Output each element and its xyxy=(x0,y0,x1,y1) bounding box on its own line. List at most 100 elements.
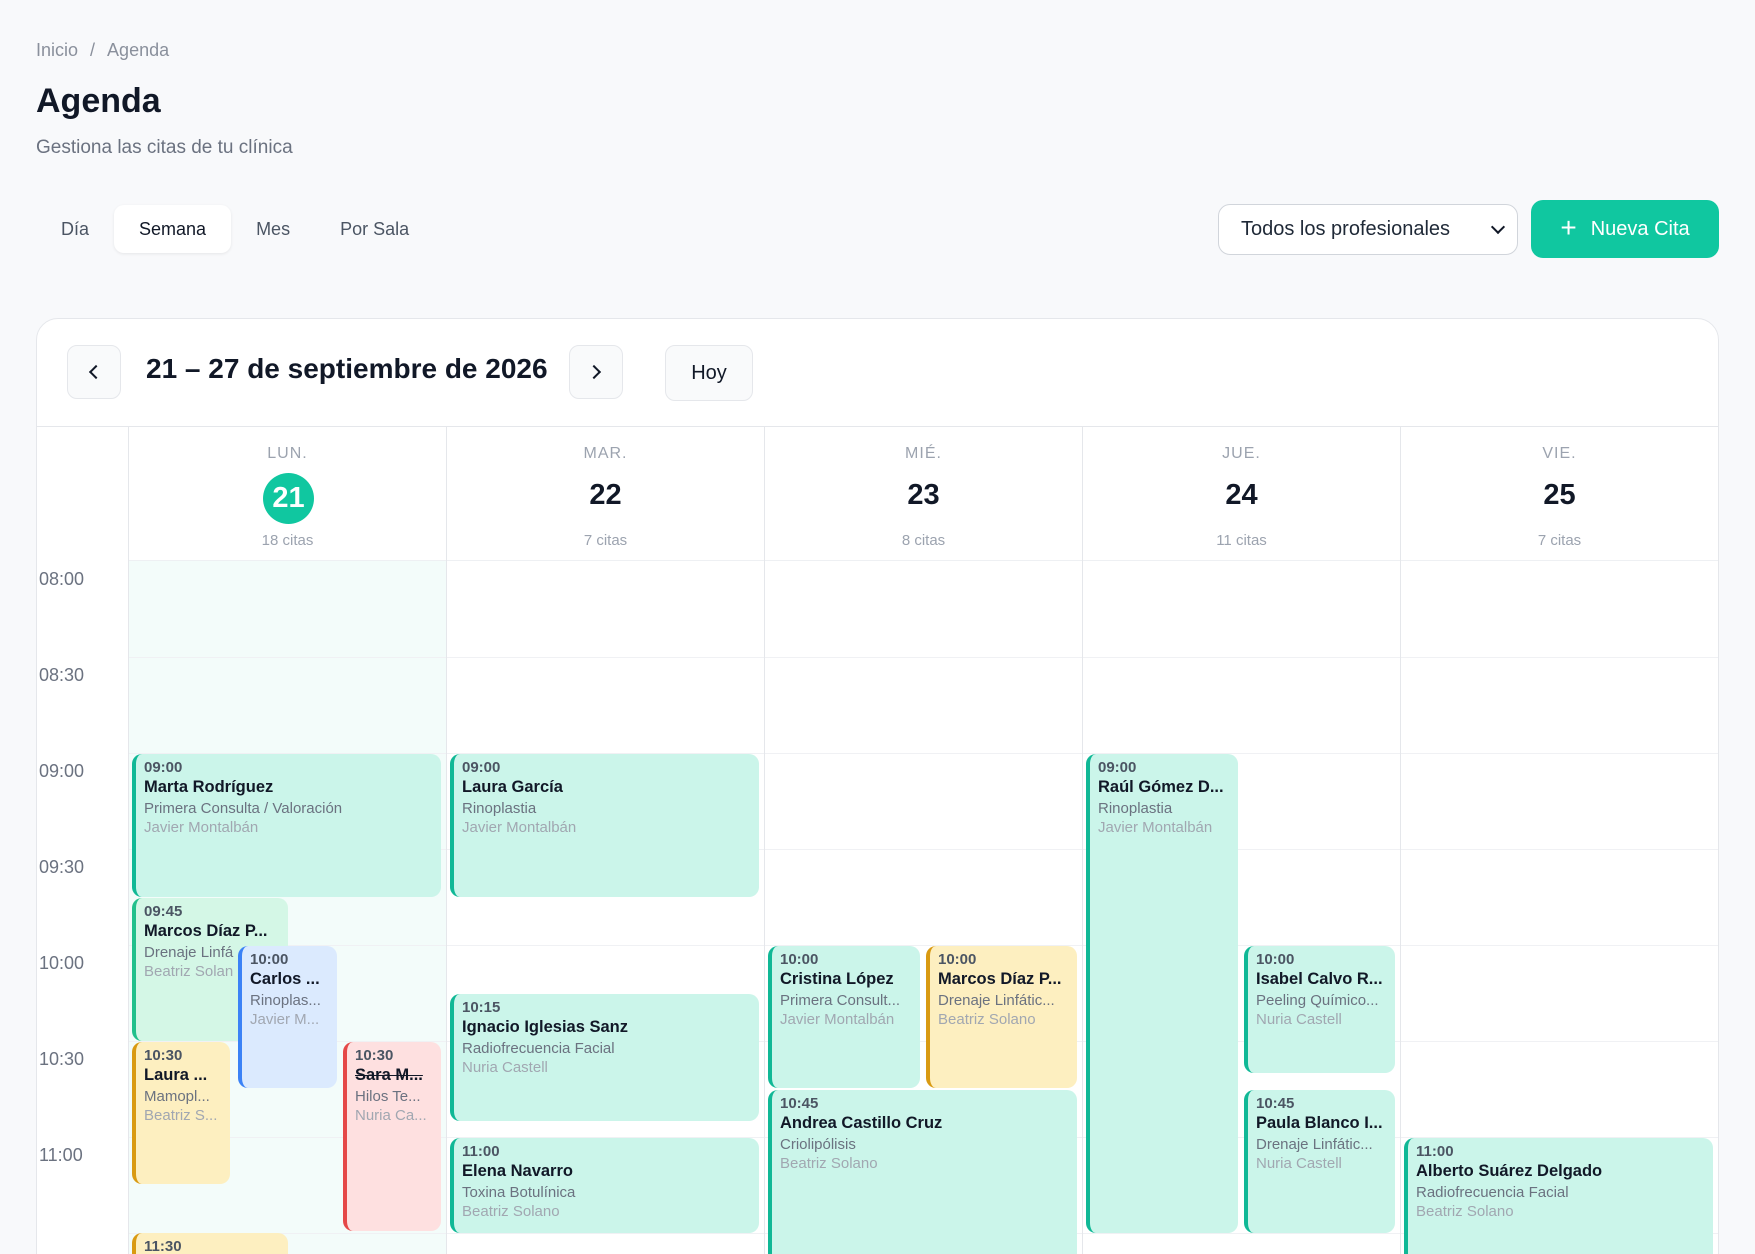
appointment-professional: Nuria Castell xyxy=(1256,1011,1342,1028)
new-appointment-button[interactable]: + Nueva Cita xyxy=(1531,200,1719,258)
appointment-service: Radiofrecuencia Facial xyxy=(1416,1184,1569,1201)
appointment-card[interactable]: 11:00 Elena Navarro Toxina Botulínica Be… xyxy=(450,1138,759,1233)
appointment-patient-cancelled: Sara M... xyxy=(355,1066,423,1084)
slot-line xyxy=(1401,849,1718,850)
professional-select-value: Todos los profesionales xyxy=(1241,218,1451,240)
day-number-today: 21 xyxy=(263,473,314,524)
date-range-title: 21 – 27 de septiembre de 2026 xyxy=(146,353,548,384)
day-slots[interactable]: 10:00 Cristina López Primera Consult... … xyxy=(765,561,1082,1254)
tab-day[interactable]: Día xyxy=(36,205,114,253)
slot-line xyxy=(765,849,1082,850)
appointment-professional: Beatriz S... xyxy=(144,1107,218,1124)
appointment-card[interactable]: 10:15 Ignacio Iglesias Sanz Radiofrecuen… xyxy=(450,994,759,1121)
appointment-time: 09:00 xyxy=(1098,759,1137,776)
day-column-tuesday: MAR. 22 7 citas 09:00 Laura García Rinop… xyxy=(446,427,764,1254)
appointment-card[interactable]: 10:45 Andrea Castillo Cruz Criolipólisis… xyxy=(768,1090,1077,1254)
breadcrumb: Inicio / Agenda xyxy=(36,40,169,61)
appointment-professional: Nuria Castell xyxy=(462,1059,548,1076)
day-slots[interactable]: 11:00 Alberto Suárez Delgado Radiofrecue… xyxy=(1401,561,1718,1254)
day-appointment-count: 11 citas xyxy=(1216,532,1267,549)
plus-icon: + xyxy=(1560,211,1577,243)
view-tabs: Día Semana Mes Por Sala xyxy=(36,205,434,253)
slot-line xyxy=(1401,945,1718,946)
prev-week-button[interactable] xyxy=(67,345,121,399)
time-label: 10:00 xyxy=(39,953,85,973)
appointment-time: 11:30 xyxy=(144,1238,182,1254)
appointment-time: 09:45 xyxy=(144,903,183,920)
time-label: 10:30 xyxy=(39,1049,85,1069)
chevron-left-icon xyxy=(88,364,104,380)
time-label: 08:30 xyxy=(39,665,85,685)
appointment-professional: Javier Montalbán xyxy=(462,819,577,836)
day-column-monday: LUN. 21 18 citas 09:00 Marta Rodríguez P… xyxy=(128,427,446,1254)
calendar-header: 21 – 27 de septiembre de 2026 Hoy xyxy=(37,319,1718,427)
day-header[interactable]: MAR. 22 7 citas xyxy=(447,427,764,561)
day-header[interactable]: VIE. 25 7 citas xyxy=(1401,427,1718,561)
appointment-time: 10:00 xyxy=(780,951,819,968)
appointment-professional: Beatriz Solano xyxy=(1416,1203,1514,1220)
next-week-button[interactable] xyxy=(569,345,623,399)
appointment-patient: Elena Navarro xyxy=(462,1162,573,1180)
appointment-card[interactable]: 10:00 Cristina López Primera Consult... … xyxy=(768,946,920,1088)
tab-week[interactable]: Semana xyxy=(114,205,232,253)
appointment-card[interactable]: 10:30 Sara M... Hilos Te... Nuria Ca... xyxy=(343,1042,441,1231)
day-header[interactable]: LUN. 21 18 citas xyxy=(129,427,446,561)
appointment-patient: Laura García xyxy=(462,778,563,796)
slot-line xyxy=(447,945,764,946)
appointment-patient: Carlos ... xyxy=(250,970,320,988)
day-slots[interactable]: 09:00 Raúl Gómez D... Rinoplastia Javier… xyxy=(1083,561,1400,1254)
appointment-patient: Marta Rodríguez xyxy=(144,778,274,796)
calendar-card: 21 – 27 de septiembre de 2026 Hoy 08:00 … xyxy=(36,318,1719,1254)
appointment-card[interactable]: 11:30 xyxy=(132,1233,288,1254)
slot-line xyxy=(447,657,764,658)
day-slots[interactable]: 09:00 Marta Rodríguez Primera Consulta /… xyxy=(129,561,446,1254)
appointment-patient: Alberto Suárez Delgado xyxy=(1416,1162,1603,1180)
appointment-service: Rinoplas... xyxy=(250,992,321,1009)
tab-month[interactable]: Mes xyxy=(231,205,315,253)
appointment-card[interactable]: 10:45 Paula Blanco I... Drenaje Linfátic… xyxy=(1244,1090,1395,1233)
appointment-patient: Raúl Gómez D... xyxy=(1098,778,1224,796)
appointment-service: Toxina Botulínica xyxy=(462,1184,576,1201)
slot-line xyxy=(765,753,1082,754)
slot-line xyxy=(1401,657,1718,658)
day-name: LUN. xyxy=(267,445,308,462)
tab-by-room[interactable]: Por Sala xyxy=(315,205,434,253)
appointment-patient: Cristina López xyxy=(780,970,894,988)
appointment-time: 10:00 xyxy=(250,951,289,968)
page-subtitle: Gestiona las citas de tu clínica xyxy=(36,137,293,158)
breadcrumb-home[interactable]: Inicio xyxy=(36,40,78,61)
professional-select[interactable]: Todos los profesionales xyxy=(1218,204,1518,255)
appointment-time: 10:15 xyxy=(462,999,501,1016)
appointment-time: 10:45 xyxy=(780,1095,819,1112)
appointment-card[interactable]: 09:00 Raúl Gómez D... Rinoplastia Javier… xyxy=(1086,754,1238,1233)
chevron-right-icon xyxy=(586,364,602,380)
today-button[interactable]: Hoy xyxy=(665,345,753,401)
day-number: 25 xyxy=(1543,479,1576,511)
day-appointment-count: 18 citas xyxy=(261,532,314,549)
appointment-professional: Beatriz Solano xyxy=(938,1011,1036,1028)
day-number: 22 xyxy=(589,479,622,511)
appointment-patient: Isabel Calvo R... xyxy=(1256,970,1383,988)
appointment-professional: Beatriz Solano xyxy=(462,1203,560,1220)
day-name: VIE. xyxy=(1542,445,1577,462)
day-header[interactable]: JUE. 24 11 citas xyxy=(1083,427,1400,561)
appointment-card[interactable]: 09:00 Laura García Rinoplastia Javier Mo… xyxy=(450,754,759,897)
slot-line xyxy=(1083,657,1400,658)
appointment-card[interactable]: 10:00 Isabel Calvo R... Peeling Químico.… xyxy=(1244,946,1395,1073)
day-appointment-count: 8 citas xyxy=(901,532,946,549)
appointment-card[interactable]: 09:00 Marta Rodríguez Primera Consulta /… xyxy=(132,754,441,897)
appointment-patient: Laura ... xyxy=(144,1066,208,1084)
day-number: 23 xyxy=(907,479,940,511)
appointment-card[interactable]: 10:00 Carlos ... Rinoplas... Javier M... xyxy=(238,946,337,1088)
appointment-time: 11:00 xyxy=(1416,1143,1454,1160)
appointment-card[interactable]: 11:00 Alberto Suárez Delgado Radiofrecue… xyxy=(1404,1138,1713,1254)
appointment-card[interactable]: 10:30 Laura ... Mamopl... Beatriz S... xyxy=(132,1042,230,1184)
appointment-service: Primera Consult... xyxy=(780,992,901,1009)
appointment-time: 09:00 xyxy=(462,759,501,776)
slot-line xyxy=(1083,1233,1400,1234)
week-grid: 08:00 08:30 09:00 09:30 10:00 10:30 11:0… xyxy=(37,427,1718,1254)
day-header[interactable]: MIÉ. 23 8 citas xyxy=(765,427,1082,561)
appointment-service: Rinoplastia xyxy=(462,800,537,817)
appointment-card[interactable]: 10:00 Marcos Díaz P... Drenaje Linfátic.… xyxy=(926,946,1077,1088)
day-slots[interactable]: 09:00 Laura García Rinoplastia Javier Mo… xyxy=(447,561,764,1254)
